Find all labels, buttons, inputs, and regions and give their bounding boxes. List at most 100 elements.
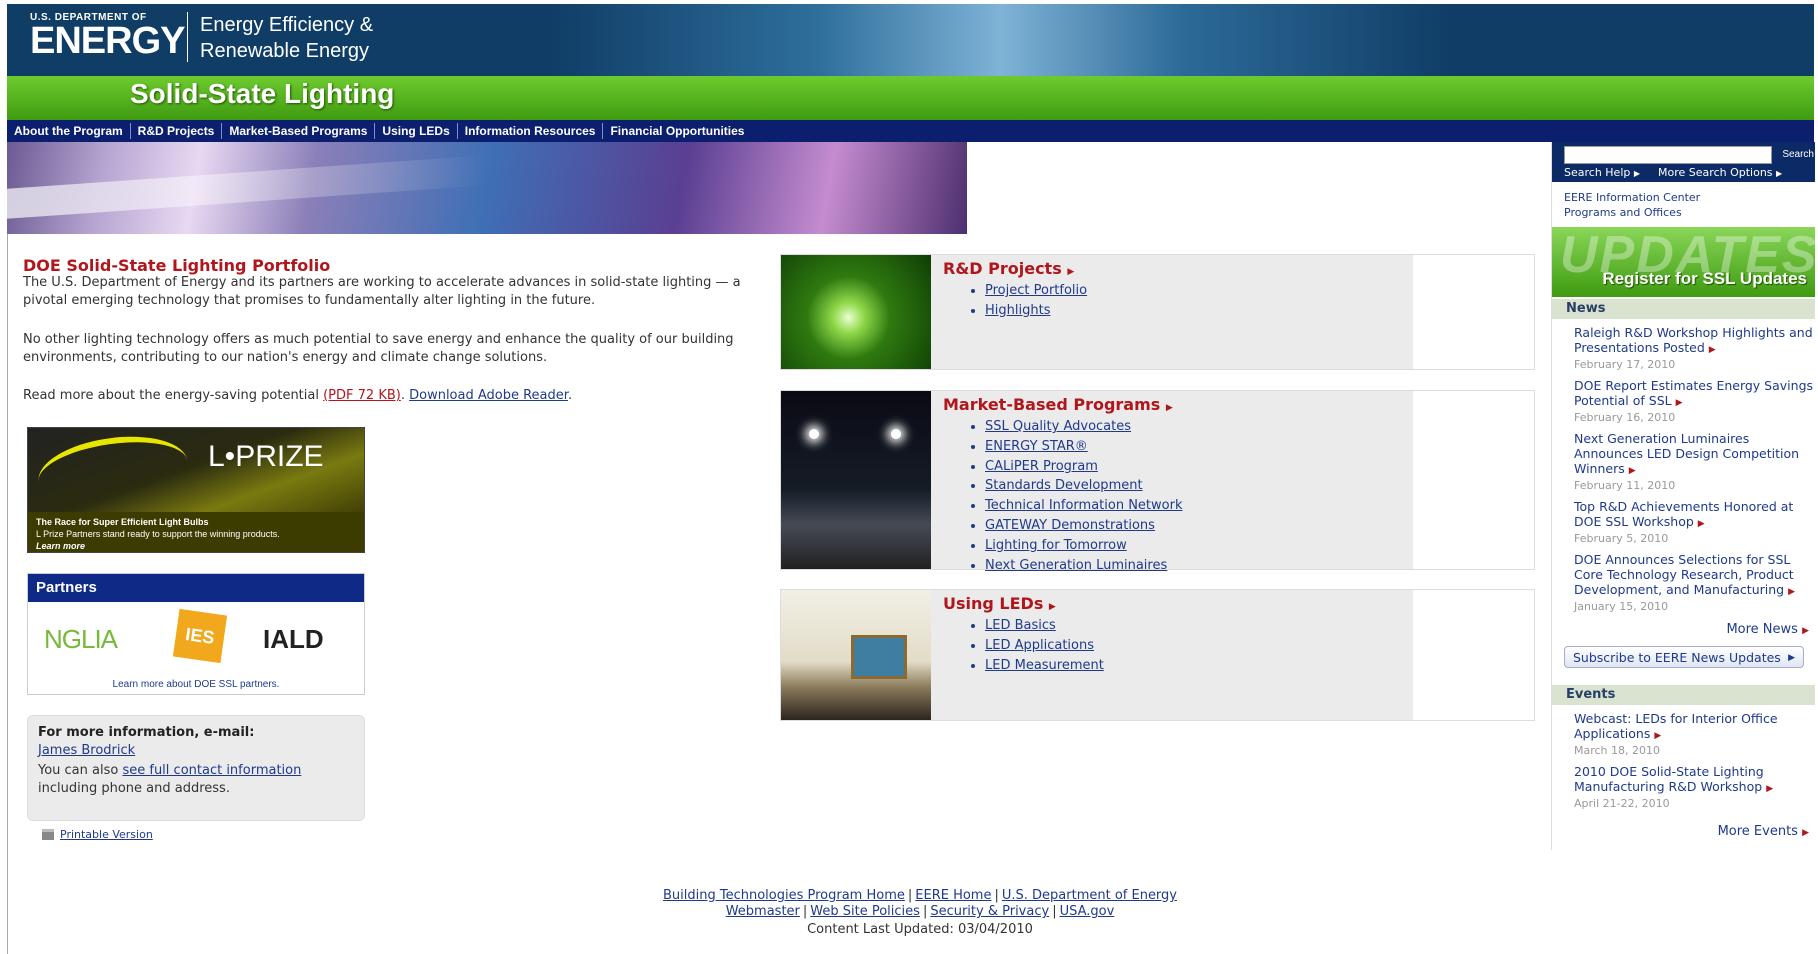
- partners-learn-more-link[interactable]: Learn more about DOE SSL partners.: [28, 679, 364, 690]
- market-based-title[interactable]: Market-Based Programs ▶: [943, 395, 1173, 414]
- nav-market-based[interactable]: Market-Based Programs: [222, 123, 376, 139]
- intro-title: DOE Solid-State Lighting Portfolio: [23, 256, 331, 275]
- right-sidebar: Search Search Help ▶ More Search Options…: [1551, 142, 1815, 850]
- news-date: January 15, 2010: [1574, 600, 1669, 613]
- eere-line1: Energy Efficiency &: [200, 14, 374, 36]
- news-item[interactable]: Next Generation Luminaires Announces LED…: [1574, 431, 1814, 493]
- partners-box: Partners NGLIA IES IALD Learn more about…: [27, 573, 365, 695]
- event-item[interactable]: 2010 DOE Solid-State Lighting Manufactur…: [1574, 764, 1814, 811]
- partners-title: Partners: [28, 574, 364, 602]
- news-item[interactable]: Raleigh R&D Workshop Highlights and Pres…: [1574, 325, 1814, 372]
- list-item[interactable]: Lighting for Tomorrow: [985, 536, 1183, 556]
- using-leds-image[interactable]: [781, 590, 931, 720]
- news-date: February 11, 2010: [1574, 479, 1676, 492]
- news-item[interactable]: Top R&D Achievements Honored at DOE SSL …: [1574, 499, 1814, 546]
- eere-logo[interactable]: Energy Efficiency & Renewable Energy: [200, 12, 373, 64]
- list-item[interactable]: Next Generation Luminaires: [985, 556, 1183, 576]
- nav-info-resources[interactable]: Information Resources: [458, 123, 604, 139]
- news-header: News: [1552, 299, 1815, 319]
- market-based-box: Market-Based Programs ▶ SSL Quality Advo…: [780, 390, 1535, 573]
- footer-link[interactable]: U.S. Department of Energy: [1002, 888, 1177, 903]
- contact-title: For more information, e-mail:: [38, 725, 255, 740]
- using-leds-box: Using LEDs ▶ LED Basics LED Applications…: [780, 589, 1535, 721]
- contact-suffix-text: including phone and address.: [38, 781, 230, 796]
- search-help-link[interactable]: Search Help ▶: [1564, 166, 1640, 179]
- news-item[interactable]: DOE Announces Selections for SSL Core Te…: [1574, 552, 1814, 614]
- list-item[interactable]: Highlights: [985, 301, 1087, 321]
- nav-using-leds[interactable]: Using LEDs: [375, 123, 458, 139]
- news-item[interactable]: DOE Report Estimates Energy Savings Pote…: [1574, 378, 1814, 425]
- iald-logo[interactable]: IALD: [263, 624, 324, 655]
- more-search-options-link[interactable]: More Search Options ▶: [1658, 166, 1782, 179]
- footer-link[interactable]: Security & Privacy: [930, 904, 1049, 919]
- nav-rd-projects[interactable]: R&D Projects: [131, 123, 223, 139]
- market-based-image[interactable]: [781, 391, 931, 569]
- rd-projects-image[interactable]: [781, 255, 931, 369]
- footer-link[interactable]: Building Technologies Program Home: [663, 888, 905, 903]
- chevron-right-icon: ▶: [1788, 653, 1795, 663]
- rd-projects-title[interactable]: R&D Projects ▶: [943, 259, 1074, 278]
- footer-link[interactable]: USA.gov: [1060, 904, 1115, 919]
- list-item[interactable]: Project Portfolio: [985, 281, 1087, 301]
- register-updates-banner[interactable]: UPDATES Register for SSL Updates: [1552, 227, 1815, 297]
- site-title[interactable]: Solid-State Lighting: [130, 78, 394, 110]
- rd-projects-links: Project Portfolio Highlights: [971, 281, 1087, 321]
- nglia-logo[interactable]: NGLIA: [44, 624, 118, 655]
- market-based-links: SSL Quality Advocates ENERGY STAR® CALiP…: [971, 417, 1183, 575]
- ies-logo[interactable]: IES: [172, 608, 228, 664]
- event-item[interactable]: Webcast: LEDs for Interior Office Applic…: [1574, 711, 1814, 758]
- lprize-swoosh: [34, 428, 192, 515]
- lprize-subtitle: L Prize Partners stand ready to support …: [36, 529, 280, 539]
- intro-paragraph-2: No other lighting technology offers as m…: [23, 332, 734, 365]
- printable-version[interactable]: Printable Version: [42, 828, 153, 841]
- register-updates-label: Register for SSL Updates: [1602, 269, 1807, 288]
- list-item[interactable]: GATEWAY Demonstrations: [985, 516, 1183, 536]
- list-item[interactable]: LED Basics: [985, 616, 1104, 636]
- programs-offices-link[interactable]: Programs and Offices: [1564, 205, 1700, 220]
- event-date: April 21-22, 2010: [1574, 797, 1670, 810]
- read-more-text: Read more about the energy-saving potent…: [23, 388, 324, 403]
- header-divider: [187, 12, 188, 62]
- list-item[interactable]: SSL Quality Advocates: [985, 417, 1183, 437]
- doe-logo[interactable]: ENERGY: [30, 20, 185, 63]
- lprize-caption: The Race for Super Efficient Light Bulbs…: [28, 512, 364, 552]
- search-bar: Search Search Help ▶ More Search Options…: [1552, 142, 1815, 182]
- banner-image: [7, 142, 967, 234]
- end-text: .: [567, 388, 573, 403]
- lprize-banner[interactable]: L•PRIZE The Race for Super Efficient Lig…: [27, 427, 365, 553]
- full-contact-link[interactable]: see full contact information: [122, 763, 301, 778]
- last-updated: Content Last Updated: 03/04/2010: [807, 922, 1033, 937]
- search-button[interactable]: Search: [1774, 146, 1814, 162]
- list-item[interactable]: ENERGY STAR®: [985, 437, 1183, 457]
- contact-box: For more information, e-mail: James Brod…: [27, 715, 365, 821]
- lprize-learn-more[interactable]: Learn more: [36, 540, 356, 552]
- footer-link[interactable]: Web Site Policies: [810, 904, 920, 919]
- footer-link[interactable]: Webmaster: [726, 904, 800, 919]
- more-events-link[interactable]: More Events ▶: [1718, 824, 1809, 839]
- event-date: March 18, 2010: [1574, 744, 1661, 757]
- pdf-link[interactable]: (PDF 72 KB): [323, 388, 401, 403]
- search-input[interactable]: [1564, 146, 1772, 164]
- list-item[interactable]: Technical Information Network: [985, 496, 1183, 516]
- search-links: Search Help ▶ More Search Options ▶: [1564, 166, 1782, 179]
- using-leds-title[interactable]: Using LEDs ▶: [943, 594, 1056, 613]
- lprize-logo: L•PRIZE: [208, 440, 324, 473]
- contact-email-link[interactable]: James Brodrick: [38, 743, 135, 758]
- list-item[interactable]: CALiPER Program: [985, 457, 1183, 477]
- footer: Building Technologies Program Home | EERE …: [420, 888, 1420, 938]
- list-item[interactable]: LED Measurement: [985, 656, 1104, 676]
- news-date: February 16, 2010: [1574, 411, 1676, 424]
- list-item[interactable]: LED Applications: [985, 636, 1104, 656]
- more-news-link[interactable]: More News ▶: [1726, 622, 1809, 637]
- news-date: February 5, 2010: [1574, 532, 1669, 545]
- eere-info-center-link[interactable]: EERE Information Center: [1564, 190, 1700, 205]
- nav-about[interactable]: About the Program: [7, 123, 131, 139]
- nav-financial[interactable]: Financial Opportunities: [603, 123, 751, 139]
- printable-version-link[interactable]: Printable Version: [60, 828, 153, 841]
- main-nav: About the Program R&D Projects Market-Ba…: [7, 120, 1814, 142]
- subscribe-news-button[interactable]: Subscribe to EERE News Updates ▶: [1564, 646, 1804, 668]
- list-item[interactable]: Standards Development: [985, 476, 1183, 496]
- eere-info-links: EERE Information Center Programs and Off…: [1564, 190, 1700, 220]
- footer-link[interactable]: EERE Home: [915, 888, 991, 903]
- adobe-reader-link[interactable]: Download Adobe Reader: [409, 388, 568, 403]
